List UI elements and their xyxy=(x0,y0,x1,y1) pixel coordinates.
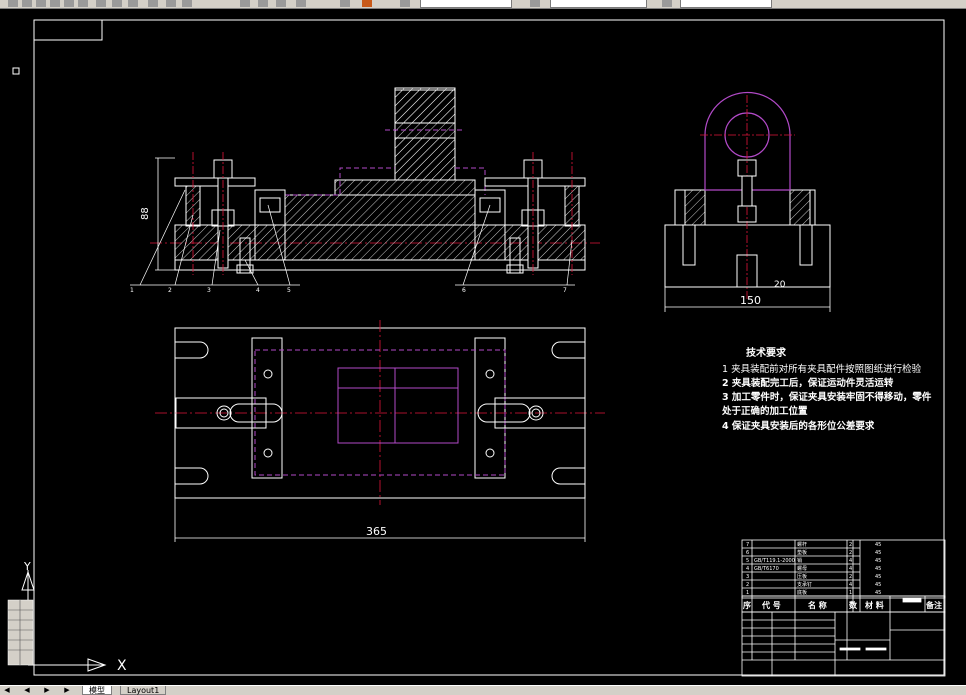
linetype-dropdown[interactable] xyxy=(550,0,647,8)
standard-toolbar xyxy=(0,0,966,9)
svg-text:4: 4 xyxy=(849,566,852,572)
color-icon xyxy=(400,0,410,7)
toolbar-button[interactable] xyxy=(36,0,46,7)
svg-text:7: 7 xyxy=(746,542,749,548)
callout-labels: 1 2 3 4 5 6 7 xyxy=(130,287,567,294)
svg-text:45: 45 xyxy=(875,566,881,572)
svg-text:垫板: 垫板 xyxy=(797,549,807,556)
tech-req-item: 1 夹具装配前对所有夹具配件按照图纸进行检验 xyxy=(722,363,922,375)
ucs-icon xyxy=(7,570,107,672)
svg-text:支承钉: 支承钉 xyxy=(797,581,812,588)
callout-3: 3 xyxy=(207,287,211,294)
svg-text:1: 1 xyxy=(849,590,852,596)
svg-text:45: 45 xyxy=(875,574,881,580)
svg-text:序: 序 xyxy=(743,600,751,610)
svg-text:3: 3 xyxy=(746,574,749,580)
ucs-y-label: Y xyxy=(23,560,31,573)
color-dropdown[interactable] xyxy=(420,0,512,8)
tech-req-item: 2 夹具装配完工后，保证运动件灵活运转 xyxy=(722,377,894,389)
toolbar-button[interactable] xyxy=(128,0,138,7)
svg-text:4: 4 xyxy=(849,582,852,588)
toolbar-button[interactable] xyxy=(340,0,350,7)
title-stub xyxy=(33,19,103,41)
svg-text:压板: 压板 xyxy=(797,573,807,580)
prev-tab-button[interactable]: ◀ xyxy=(22,686,32,694)
drawing-canvas[interactable]: 88 1 2 3 4 5 6 7 150 20 365 技术要求 1 夹具装配前… xyxy=(0,9,966,685)
toolbar-button[interactable] xyxy=(240,0,250,7)
first-tab-button[interactable]: ◀ xyxy=(2,686,12,694)
svg-text:45: 45 xyxy=(875,590,881,596)
svg-text:5: 5 xyxy=(746,558,749,564)
dim-length-label: 365 xyxy=(366,525,387,538)
svg-text:4: 4 xyxy=(746,566,749,572)
lineweight-icon xyxy=(662,0,672,7)
toolbar-button[interactable] xyxy=(258,0,268,7)
svg-text:底板: 底板 xyxy=(797,589,807,596)
svg-text:2: 2 xyxy=(849,550,852,556)
lineweight-dropdown[interactable] xyxy=(680,0,772,8)
callout-7: 7 xyxy=(563,287,567,294)
side-view xyxy=(664,91,831,312)
toolbar-button[interactable] xyxy=(64,0,74,7)
callout-6: 6 xyxy=(462,287,466,294)
ucs-x-label: X xyxy=(117,658,127,674)
svg-text:名 称: 名 称 xyxy=(808,600,827,610)
last-tab-button[interactable]: ▶ xyxy=(62,686,72,694)
svg-text:销: 销 xyxy=(797,557,802,564)
dim-tolerance-label: 20 xyxy=(774,280,786,290)
linetype-icon xyxy=(530,0,540,7)
tech-req-item: 3 加工零件时，保证夹具安装牢固不得移动，零件 xyxy=(722,391,932,403)
svg-text:GB/T119.1-2000: GB/T119.1-2000 xyxy=(754,558,795,564)
tech-req-title: 技术要求 xyxy=(746,346,787,359)
svg-text:备注: 备注 xyxy=(925,600,942,610)
toolbar-button[interactable] xyxy=(8,0,18,7)
callout-4: 4 xyxy=(256,287,260,294)
drawing-border xyxy=(33,19,945,676)
callout-2: 2 xyxy=(168,287,172,294)
toolbar-button[interactable] xyxy=(50,0,60,7)
svg-text:45: 45 xyxy=(875,582,881,588)
viewport-marker xyxy=(12,67,20,75)
svg-text:数: 数 xyxy=(849,600,858,610)
toolbar-button[interactable] xyxy=(22,0,32,7)
svg-text:4: 4 xyxy=(849,558,852,564)
tech-req-item: 4 保证夹具安装后的各形位公差要求 xyxy=(722,420,875,432)
toolbar-button[interactable] xyxy=(166,0,176,7)
dim-width-label: 150 xyxy=(740,294,761,307)
callout-5: 5 xyxy=(287,287,291,294)
svg-text:45: 45 xyxy=(875,550,881,556)
toolbar-button[interactable] xyxy=(112,0,122,7)
plan-view xyxy=(155,320,605,542)
tech-requirements: 技术要求 1 夹具装配前对所有夹具配件按照图纸进行检验 2 夹具装配完工后，保证… xyxy=(721,346,932,432)
drawing-svg: 88 1 2 3 4 5 6 7 150 20 365 技术要求 1 夹具装配前… xyxy=(7,19,946,677)
toolbar-button[interactable] xyxy=(182,0,192,7)
toolbar-button[interactable] xyxy=(96,0,106,7)
callout-1: 1 xyxy=(130,287,134,294)
front-view xyxy=(130,87,600,286)
toolbar-button[interactable] xyxy=(78,0,88,7)
toolbar-button[interactable] xyxy=(362,0,372,7)
svg-text:2: 2 xyxy=(849,574,852,580)
svg-text:代 号: 代 号 xyxy=(761,600,781,610)
tech-req-item: 处于正确的加工位置 xyxy=(721,405,808,417)
toolbar-button[interactable] xyxy=(276,0,286,7)
svg-text:螺杆: 螺杆 xyxy=(797,541,807,548)
toolbar-button[interactable] xyxy=(148,0,158,7)
svg-text:2: 2 xyxy=(746,582,749,588)
svg-text:45: 45 xyxy=(875,558,881,564)
next-tab-button[interactable]: ▶ xyxy=(42,686,52,694)
dim-height-label: 88 xyxy=(140,207,151,220)
svg-text:2: 2 xyxy=(849,542,852,548)
svg-text:45: 45 xyxy=(875,542,881,548)
svg-text:螺母: 螺母 xyxy=(797,565,807,572)
toolbar-button[interactable] xyxy=(296,0,306,7)
svg-text:材 料: 材 料 xyxy=(865,600,884,610)
svg-text:1: 1 xyxy=(746,590,749,596)
svg-text:6: 6 xyxy=(746,550,749,556)
svg-text:GB/T6170: GB/T6170 xyxy=(754,566,779,572)
